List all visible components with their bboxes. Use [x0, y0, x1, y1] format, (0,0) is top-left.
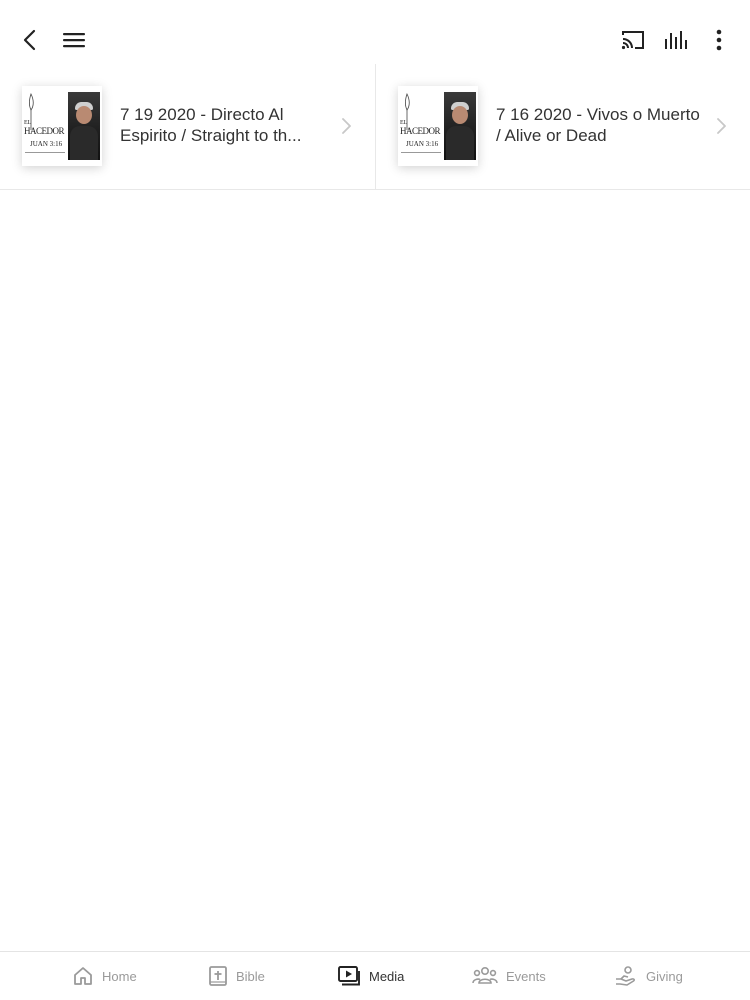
chevron-right-icon: [717, 118, 726, 134]
tab-media[interactable]: Media: [337, 962, 404, 990]
speaker-photo: [444, 92, 476, 160]
app-root: EL HACEDOR JUAN 3:16 7 19 2020 - Directo…: [0, 0, 750, 1000]
home-icon: [74, 967, 92, 985]
giving-hand-icon: [616, 966, 636, 986]
more-vertical-icon: [716, 29, 722, 51]
tab-label: Home: [102, 968, 137, 984]
top-app-bar: [0, 0, 750, 64]
bible-icon: [209, 966, 227, 986]
people-icon: [472, 966, 498, 984]
tab-giving[interactable]: Giving: [614, 962, 683, 990]
el-hacedor-logo-icon: EL HACEDOR JUAN 3:16: [22, 86, 68, 166]
media-thumbnail: EL HACEDOR JUAN 3:16: [22, 86, 102, 166]
hamburger-menu-icon: [63, 33, 85, 48]
speaker-photo: [68, 92, 100, 160]
media-item[interactable]: EL HACEDOR JUAN 3:16 7 19 2020 - Directo…: [0, 64, 375, 189]
tab-label: Bible: [236, 968, 265, 984]
menu-button[interactable]: [58, 24, 90, 56]
audio-button[interactable]: [660, 24, 692, 56]
audio-bars-icon: [665, 31, 687, 49]
tab-label: Giving: [646, 968, 683, 984]
svg-text:JUAN 3:16: JUAN 3:16: [30, 140, 63, 148]
media-title: 7 19 2020 - Directo Al Espirito / Straig…: [120, 105, 302, 145]
back-button[interactable]: [14, 24, 46, 56]
chevron-right-icon: [342, 118, 351, 134]
cast-button[interactable]: [617, 24, 649, 56]
media-list: EL HACEDOR JUAN 3:16 7 19 2020 - Directo…: [0, 64, 750, 190]
el-hacedor-logo-icon: EL HACEDOR JUAN 3:16: [398, 86, 444, 166]
tab-bible[interactable]: Bible: [208, 962, 265, 990]
media-play-icon: [338, 966, 360, 986]
tab-label: Media: [369, 968, 405, 984]
svg-text:HACEDOR: HACEDOR: [24, 126, 64, 136]
media-thumbnail: EL HACEDOR JUAN 3:16: [398, 86, 478, 166]
tab-label: Events: [506, 968, 546, 984]
chevron-left-icon: [23, 29, 36, 51]
bottom-tab-bar: Home Bible Media Events Giving: [0, 951, 750, 1000]
more-options-button[interactable]: [703, 24, 735, 56]
svg-text:JUAN 3:16: JUAN 3:16: [406, 140, 439, 148]
media-title: 7 16 2020 - Vivos o Muerto / Alive or De…: [496, 105, 700, 145]
tab-events[interactable]: Events: [472, 962, 546, 990]
cast-icon: [621, 31, 644, 50]
media-item[interactable]: EL HACEDOR JUAN 3:16 7 16 2020 - Vivos o…: [375, 64, 750, 189]
tab-home[interactable]: Home: [72, 962, 137, 990]
svg-text:HACEDOR: HACEDOR: [400, 126, 440, 136]
